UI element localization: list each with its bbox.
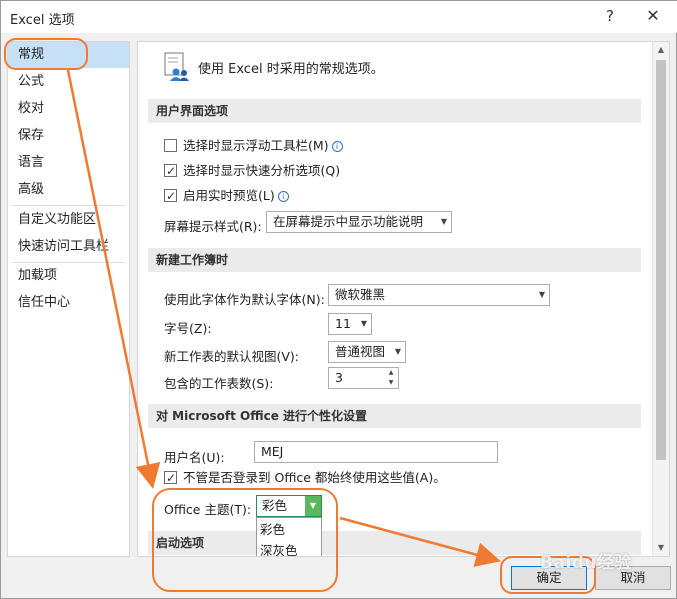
username-input[interactable]: MEJ (254, 441, 498, 463)
username-value: MEJ (261, 444, 284, 459)
always-use-checkbox[interactable] (164, 469, 177, 487)
dropdown-arrow-icon: ▼ (440, 217, 447, 226)
watermark-logo: Baidu经验 (540, 553, 633, 573)
quick-analysis-checkbox[interactable] (164, 162, 177, 180)
dialog-title: Excel 选项 (10, 13, 75, 28)
font-size-value: 11 (335, 316, 351, 331)
general-options-icon (164, 52, 189, 81)
sheet-count-label: 包含的工作表数(S): (164, 376, 274, 391)
sidebar-item-advanced[interactable]: 高级 (8, 177, 129, 203)
excel-options-dialog: Excel 选项 ? ✕ 常规 公式 校对 保存 语言 高级 自定义功能区 快速… (0, 0, 677, 599)
sidebar-item-quick-access-toolbar[interactable]: 快速访问工具栏 (8, 234, 129, 260)
default-view-value: 普通视图 (335, 344, 386, 359)
font-size-label: 字号(Z): (164, 321, 212, 336)
default-font-select[interactable]: 微软雅黑 ▼ (328, 284, 550, 306)
help-button[interactable]: ? (600, 5, 620, 27)
live-preview-label: 启用实时预览(L) (183, 188, 275, 203)
section-new-workbook: 新建工作簿时 (148, 248, 641, 272)
content-scrollbar[interactable]: ▲ ▼ (652, 42, 669, 556)
scroll-down-icon[interactable]: ▼ (653, 540, 669, 556)
section-personalize: 对 Microsoft Office 进行个性化设置 (148, 404, 641, 428)
info-icon: i (277, 191, 289, 202)
sidebar-divider (12, 205, 125, 206)
options-content-pane: 使用 Excel 时采用的常规选项。 用户界面选项 选择时显示浮动工具栏(M) i… (137, 41, 670, 557)
office-theme-dropdown-list: 彩色 深灰色 白色 (256, 517, 322, 556)
sidebar-item-formulas[interactable]: 公式 (8, 69, 129, 95)
dropdown-arrow-icon: ▼ (538, 290, 545, 299)
dropdown-arrow-icon: ▼ (360, 319, 367, 328)
dropdown-arrow-icon: ▼ (394, 347, 401, 356)
sheet-count-stepper[interactable]: 3 ▲ ▼ (328, 367, 399, 389)
info-icon: i (331, 141, 343, 152)
close-button[interactable]: ✕ (642, 5, 664, 27)
screentip-style-select[interactable]: 在屏幕提示中显示功能说明 ▼ (266, 211, 452, 233)
spin-down-icon[interactable]: ▼ (385, 378, 397, 388)
theme-option-dark-gray[interactable]: 深灰色 (257, 540, 321, 556)
sidebar-item-add-ins[interactable]: 加载项 (8, 263, 129, 289)
theme-option-colorful[interactable]: 彩色 (257, 519, 321, 540)
screentip-style-value: 在屏幕提示中显示功能说明 (273, 214, 424, 229)
screentip-style-label: 屏幕提示样式(R): (164, 219, 262, 234)
sidebar-item-proofing[interactable]: 校对 (8, 96, 129, 122)
font-size-select[interactable]: 11 ▼ (328, 313, 372, 335)
always-use-label: 不管是否登录到 Office 都始终使用这些值(A)。 (183, 470, 446, 485)
sidebar-item-customize-ribbon[interactable]: 自定义功能区 (8, 207, 129, 233)
default-view-select[interactable]: 普通视图 ▼ (328, 341, 406, 363)
sheet-count-value: 3 (335, 370, 343, 385)
default-view-label: 新工作表的默认视图(V): (164, 349, 300, 364)
sidebar-item-save[interactable]: 保存 (8, 123, 129, 149)
live-preview-checkbox[interactable] (164, 187, 177, 205)
title-bar: Excel 选项 ? ✕ (1, 1, 677, 33)
options-sidebar: 常规 公式 校对 保存 语言 高级 自定义功能区 快速访问工具栏 加载项 信任中… (7, 41, 130, 557)
mini-toolbar-checkbox[interactable] (164, 139, 177, 152)
quick-analysis-label: 选择时显示快速分析选项(Q) (183, 163, 341, 178)
spin-up-icon[interactable]: ▲ (385, 368, 397, 378)
general-options-heading: 使用 Excel 时采用的常规选项。 (198, 62, 384, 77)
scroll-up-icon[interactable]: ▲ (653, 42, 669, 58)
username-label: 用户名(U): (164, 450, 225, 465)
default-font-label: 使用此字体作为默认字体(N): (164, 292, 325, 307)
section-ui-options: 用户界面选项 (148, 99, 641, 123)
mini-toolbar-label: 选择时显示浮动工具栏(M) (183, 138, 329, 153)
annotation-highlight-general (4, 38, 88, 70)
default-font-value: 微软雅黑 (335, 287, 386, 302)
sidebar-item-language[interactable]: 语言 (8, 150, 129, 176)
scroll-thumb[interactable] (656, 60, 666, 460)
sidebar-item-trust-center[interactable]: 信任中心 (8, 290, 129, 316)
